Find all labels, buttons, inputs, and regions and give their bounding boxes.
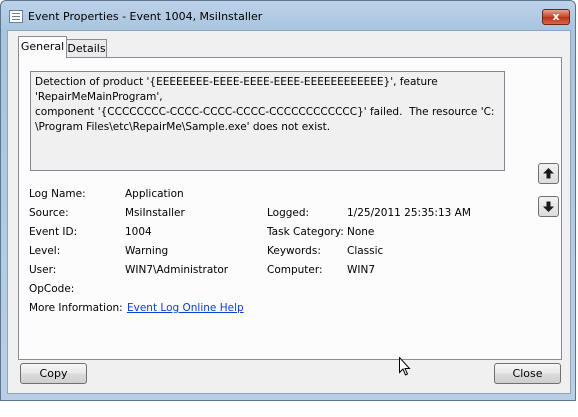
level-label: Level: bbox=[29, 245, 61, 257]
tab-general[interactable]: General bbox=[18, 36, 67, 58]
event-description[interactable]: Detection of product '{EEEEEEEE-EEEE-EEE… bbox=[30, 71, 505, 171]
more-info-label: More Information: bbox=[29, 302, 123, 314]
dialog-client-area: General Details Detection of product '{E… bbox=[7, 30, 571, 394]
arrow-down-icon bbox=[543, 201, 554, 212]
log-name-value: Application bbox=[125, 188, 184, 200]
general-tab-panel: Detection of product '{EEEEEEEE-EEEE-EEE… bbox=[18, 57, 562, 360]
close-button[interactable]: Close bbox=[494, 363, 561, 384]
event-id-label: Event ID: bbox=[29, 226, 78, 238]
user-label: User: bbox=[29, 264, 57, 276]
arrow-up-icon bbox=[543, 168, 554, 179]
mouse-cursor-icon bbox=[399, 357, 411, 376]
task-category-value: None bbox=[347, 226, 375, 238]
level-value: Warning bbox=[125, 245, 169, 257]
title-bar[interactable]: Event Properties - Event 1004, MsiInstal… bbox=[1, 1, 575, 31]
keywords-value: Classic bbox=[347, 245, 384, 257]
window-close-button[interactable]: x bbox=[542, 9, 570, 25]
task-category-label: Task Category: bbox=[267, 226, 344, 238]
user-value: WIN7\Administrator bbox=[125, 264, 229, 276]
logged-value: 1/25/2011 25:35:13 AM bbox=[347, 207, 471, 219]
logged-label: Logged: bbox=[267, 207, 310, 219]
computer-label: Computer: bbox=[267, 264, 323, 276]
source-value: MsiInstaller bbox=[125, 207, 185, 219]
event-log-online-help-link[interactable]: Event Log Online Help bbox=[127, 302, 244, 314]
keywords-label: Keywords: bbox=[267, 245, 321, 257]
event-id-value: 1004 bbox=[125, 226, 152, 238]
log-name-label: Log Name: bbox=[29, 188, 86, 200]
source-label: Source: bbox=[29, 207, 69, 219]
opcode-label: OpCode: bbox=[29, 283, 75, 295]
copy-button[interactable]: Copy bbox=[20, 363, 87, 384]
previous-event-button[interactable] bbox=[538, 163, 559, 184]
window-title: Event Properties - Event 1004, MsiInstal… bbox=[28, 10, 263, 23]
event-viewer-icon bbox=[9, 10, 23, 23]
next-event-button[interactable] bbox=[538, 196, 559, 217]
computer-value: WIN7 bbox=[347, 264, 376, 276]
tab-details[interactable]: Details bbox=[66, 39, 107, 58]
event-properties-window: Event Properties - Event 1004, MsiInstal… bbox=[0, 0, 576, 401]
